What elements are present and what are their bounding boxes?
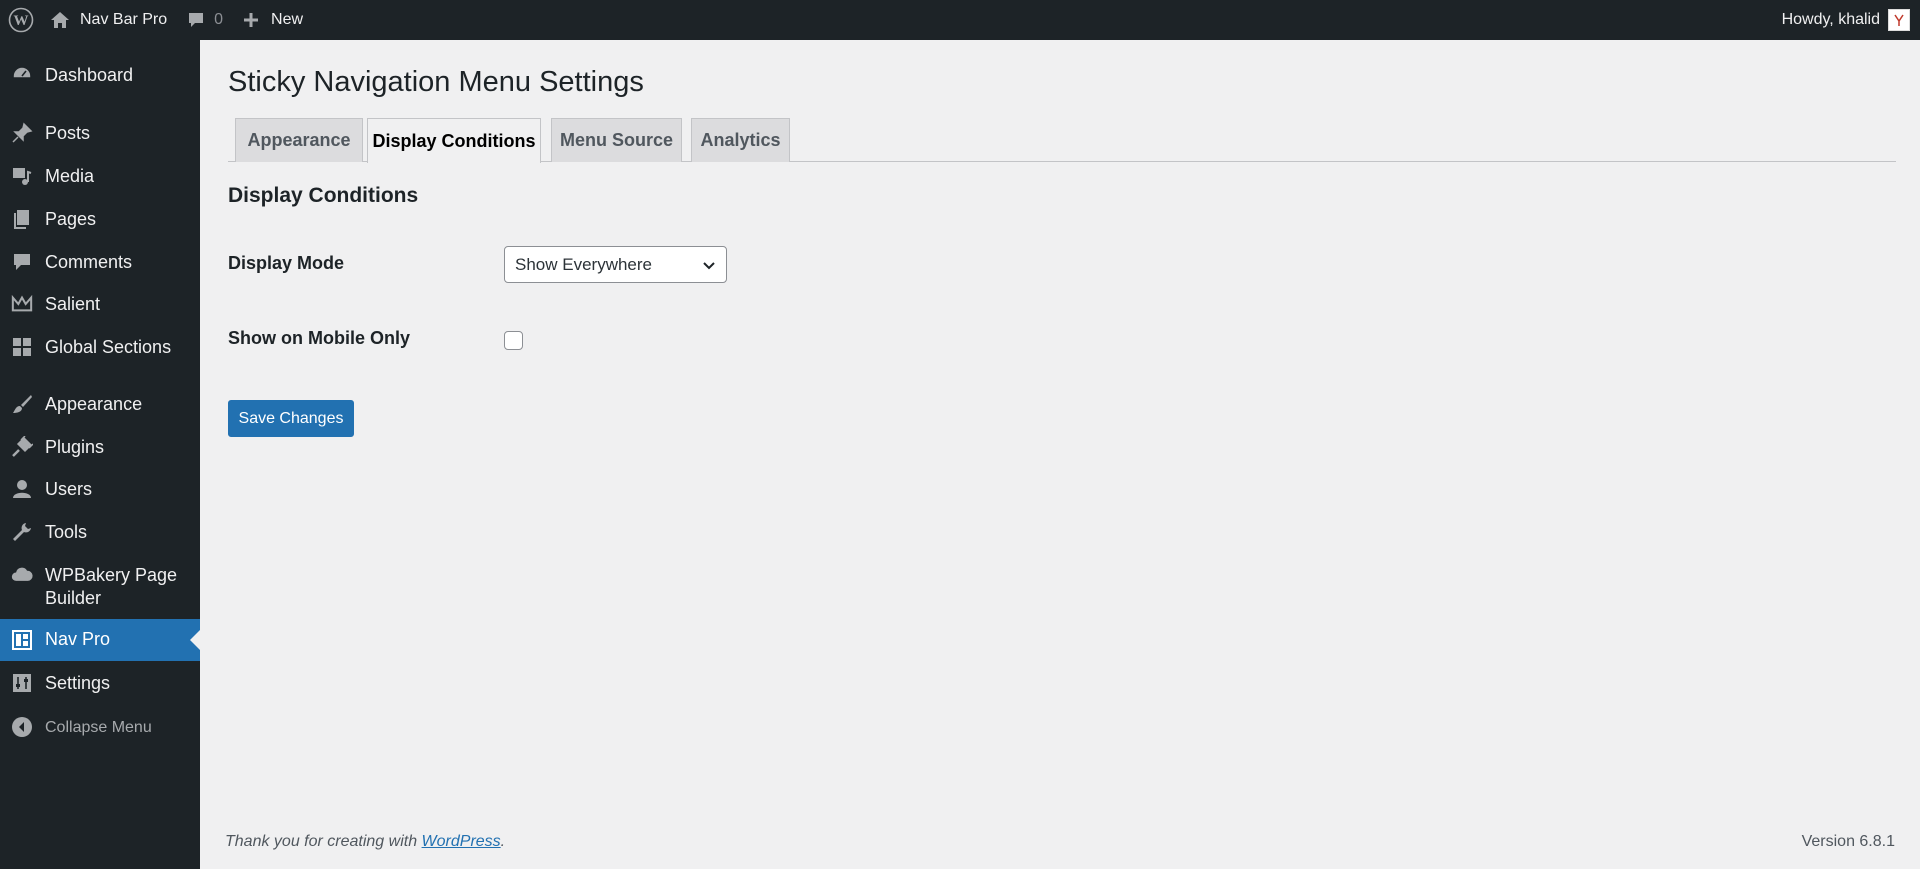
menu-label: Posts	[45, 123, 91, 143]
howdy-text: Howdy, khalid	[1781, 11, 1880, 28]
menu-label: Settings	[45, 673, 111, 693]
menu-label: Media	[45, 166, 95, 186]
save-changes-button[interactable]: Save Changes	[228, 400, 354, 437]
settings-tabs: Appearance Display Conditions Menu Sourc…	[228, 118, 1896, 163]
collapse-label: Collapse Menu	[45, 719, 152, 736]
menu-label: Plugins	[45, 437, 105, 457]
plus-icon	[243, 12, 259, 28]
pin-icon	[11, 122, 33, 144]
menu-label: Global Sections	[45, 337, 172, 357]
wordpress-logo-icon[interactable]: W	[0, 0, 46, 40]
menu-item-settings[interactable]: Settings	[0, 672, 200, 702]
page-title: Sticky Navigation Menu Settings	[228, 66, 644, 98]
menu-item-comments[interactable]: Comments	[0, 251, 200, 281]
admin-sidebar: Dashboard Posts Media Pages Comments Sal…	[0, 40, 200, 869]
menu-item-plugins[interactable]: Plugins	[0, 436, 200, 466]
wrench-icon	[11, 521, 33, 543]
my-account[interactable]: Howdy, khalid	[1782, 9, 1920, 31]
comment-icon	[11, 251, 33, 273]
menu-item-appearance[interactable]: Appearance	[0, 393, 200, 423]
wordpress-link[interactable]: WordPress	[422, 833, 501, 850]
menu-item-posts[interactable]: Posts	[0, 122, 200, 152]
section-title: Display Conditions	[228, 184, 419, 207]
new-content-link[interactable]: New	[233, 0, 313, 40]
site-name: Nav Bar Pro	[80, 11, 168, 28]
menu-item-media[interactable]: Media	[0, 165, 200, 195]
comment-bubble-icon	[187, 11, 205, 29]
menu-item-tools[interactable]: Tools	[0, 521, 200, 551]
sliders-icon	[11, 672, 33, 694]
brush-icon	[11, 393, 33, 415]
avatar	[1888, 9, 1910, 31]
menu-label: Tools	[45, 522, 88, 542]
menu-item-wpbakery[interactable]: WPBakery Page Builder	[0, 564, 200, 618]
display-mode-select[interactable]: Show Everywhere	[504, 246, 727, 283]
menu-label: Comments	[45, 252, 133, 272]
admin-bar: W Nav Bar Pro 0 New Howdy, khalid	[0, 0, 1920, 40]
tab-menu-source[interactable]: Menu Source	[551, 118, 682, 162]
footer-thanks: Thank you for creating with WordPress.	[225, 833, 505, 851]
comments-count: 0	[214, 11, 224, 28]
menu-label: Appearance	[45, 394, 143, 414]
media-icon	[11, 165, 33, 187]
tab-appearance[interactable]: Appearance	[235, 118, 363, 162]
site-home-link[interactable]: Nav Bar Pro	[46, 0, 177, 40]
comments-link[interactable]: 0	[177, 0, 233, 40]
menu-item-dashboard[interactable]: Dashboard	[0, 64, 200, 94]
home-icon	[50, 11, 70, 29]
menu-label: WPBakery Page Builder	[45, 565, 178, 608]
crown-icon	[11, 293, 33, 315]
menu-label: Pages	[45, 209, 97, 229]
menu-label: Users	[45, 479, 93, 499]
layout-icon	[11, 629, 33, 651]
menu-label: Salient	[45, 294, 101, 314]
footer-thanks-prefix: Thank you for creating with	[225, 833, 422, 850]
footer-thanks-suffix: .	[500, 833, 506, 850]
footer-version: Version 6.8.1	[1801, 833, 1895, 850]
collapse-arrow-icon	[11, 716, 33, 738]
mobile-only-checkbox[interactable]	[504, 331, 523, 350]
menu-item-pages[interactable]: Pages	[0, 208, 200, 238]
menu-label: Nav Pro	[45, 629, 111, 649]
chevron-down-icon	[702, 258, 716, 278]
tab-analytics[interactable]: Analytics	[691, 118, 790, 162]
plug-icon	[11, 436, 33, 458]
menu-item-salient[interactable]: Salient	[0, 293, 200, 323]
tab-display-conditions[interactable]: Display Conditions	[367, 118, 541, 163]
pages-icon	[11, 208, 33, 230]
menu-item-global-sections[interactable]: Global Sections	[0, 336, 200, 366]
new-label: New	[271, 11, 304, 28]
menu-item-nav-pro[interactable]: Nav Pro	[0, 619, 200, 661]
grid-icon	[11, 336, 33, 358]
menu-label: Dashboard	[45, 65, 134, 85]
main-content: Sticky Navigation Menu Settings Appearan…	[200, 40, 1920, 869]
svg-text:W: W	[14, 13, 29, 29]
collapse-menu-button[interactable]: Collapse Menu	[0, 716, 200, 746]
cloud-icon	[11, 564, 33, 586]
display-mode-value: Show Everywhere	[515, 254, 653, 274]
display-mode-label: Display Mode	[228, 253, 345, 273]
menu-item-users[interactable]: Users	[0, 478, 200, 508]
dashboard-icon	[11, 64, 33, 86]
mobile-only-label: Show on Mobile Only	[228, 328, 410, 348]
user-icon	[11, 478, 33, 500]
